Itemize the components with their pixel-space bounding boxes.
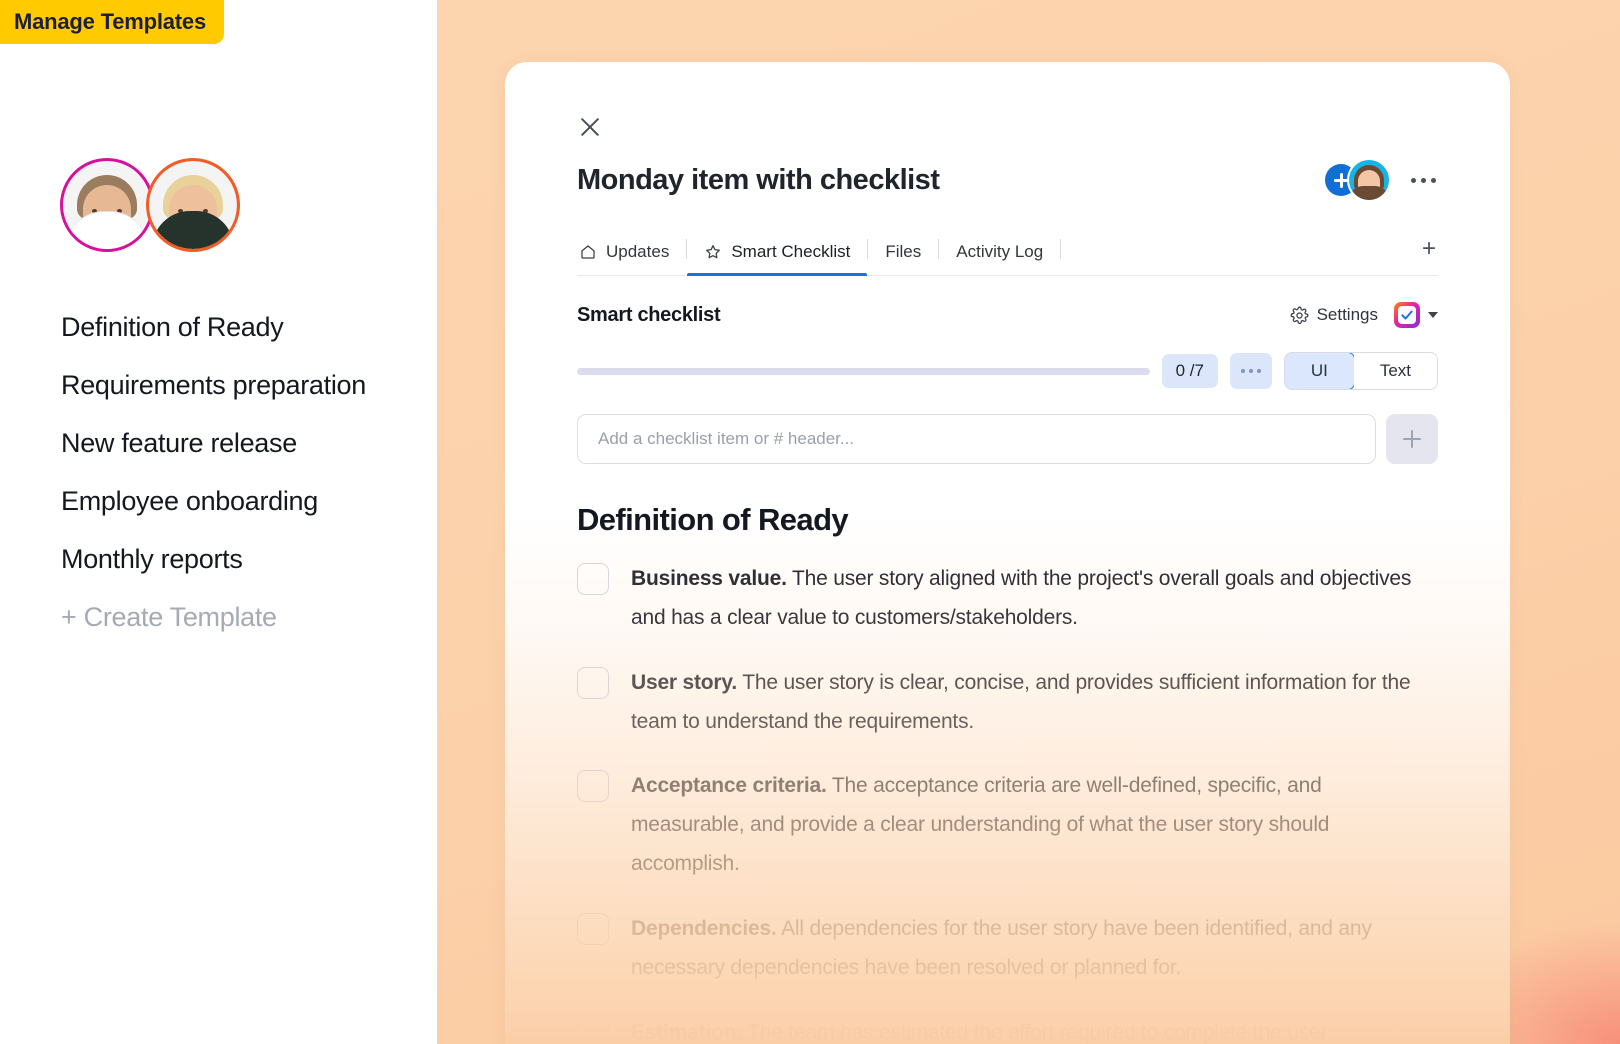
gear-icon [1290, 306, 1309, 324]
tab-label: Updates [606, 242, 670, 261]
template-item-definition-of-ready[interactable]: Definition of Ready [61, 298, 441, 356]
checklist-item[interactable]: Acceptance criteria. The acceptance crit… [577, 767, 1438, 884]
checklist-item-title: Dependencies. [631, 916, 777, 940]
checklist-item-text: Acceptance criteria. The acceptance crit… [631, 767, 1438, 884]
checklist-item-text: Dependencies. All dependencies for the u… [631, 910, 1438, 988]
home-icon [581, 245, 595, 259]
add-item-button[interactable] [1386, 414, 1438, 464]
template-item-requirements-preparation[interactable]: Requirements preparation [61, 356, 441, 414]
close-row [577, 62, 1438, 140]
tab-files[interactable]: Files [868, 242, 938, 275]
smart-checklist-header: Smart checklist Settings [577, 302, 1438, 328]
template-item-monthly-reports[interactable]: Monthly reports [61, 530, 441, 588]
avatar-group [60, 158, 240, 252]
checkbox[interactable] [577, 666, 609, 699]
dot [1411, 177, 1416, 183]
card-header: Monday item with checklist [577, 158, 1438, 202]
checklist-item[interactable]: User story. The user story is clear, con… [577, 664, 1438, 742]
checklist-item-title: User story. [631, 670, 737, 694]
card-content: Monday item with checklist Updates Smart… [505, 62, 1510, 1044]
create-template-button[interactable]: + Create Template [61, 588, 441, 646]
smart-checklist-app-icon [1394, 302, 1420, 328]
smart-checklist-title: Smart checklist [577, 303, 721, 326]
tab-updates[interactable]: Updates [577, 242, 686, 275]
checklist-item-text: Estimation. The team has estimated the e… [631, 1014, 1327, 1044]
tab-label: Files [885, 242, 922, 261]
settings-button[interactable]: Settings [1290, 305, 1378, 325]
progress-row: 0 /7 UI Text [577, 352, 1438, 390]
tab-label: Smart Checklist [731, 242, 851, 261]
checklist-item-title: Acceptance criteria. [631, 774, 827, 798]
dot [1256, 369, 1261, 373]
tab-activity-log[interactable]: Activity Log [939, 242, 1060, 275]
page-title: Monday item with checklist [577, 163, 940, 196]
avatar[interactable] [1347, 158, 1391, 202]
view-mode-text[interactable]: Text [1353, 353, 1437, 389]
tab-separator [1060, 239, 1062, 259]
add-item-row: Add a checklist item or # header... [577, 414, 1438, 464]
avatar-photo [149, 161, 237, 249]
checkbox[interactable] [577, 770, 609, 803]
checklist-item[interactable]: Dependencies. All dependencies for the u… [577, 910, 1438, 988]
tab-label: Activity Log [956, 242, 1044, 261]
chevron-down-icon [1428, 312, 1438, 318]
dot [1240, 369, 1245, 373]
progress-count-badge: 0 /7 [1161, 354, 1218, 388]
avatar-male [60, 158, 154, 252]
star-icon [706, 245, 721, 259]
dot [1421, 177, 1426, 183]
add-tab-button[interactable]: + [1420, 237, 1438, 275]
checklist-group-title: Definition of Ready [577, 502, 849, 537]
header-actions [1325, 158, 1438, 202]
dot [1431, 177, 1436, 183]
progress-bar [577, 367, 1150, 375]
check-icon [1401, 310, 1413, 320]
checklist-item-input[interactable]: Add a checklist item or # header... [577, 414, 1376, 464]
orange-backdrop: Monday item with checklist Updates Smart… [437, 0, 1620, 1044]
checkbox[interactable] [577, 912, 609, 945]
checklist-item-text: User story. The user story is clear, con… [631, 664, 1438, 742]
checklist-item-title: Estimation. [631, 1020, 742, 1044]
more-menu-icon[interactable] [1409, 172, 1438, 189]
view-mode-ui[interactable]: UI [1284, 353, 1355, 389]
checkbox[interactable] [577, 1016, 609, 1044]
checklist-overflow-icon[interactable] [1229, 353, 1272, 389]
template-item-employee-onboarding[interactable]: Employee onboarding [61, 472, 441, 530]
checklist-item[interactable]: Estimation. The team has estimated the e… [577, 1014, 1438, 1044]
screenshot-root: Manage Templates Definition of Ready Req… [0, 0, 1620, 1044]
checklist-item-body: The user story is clear, concise, and pr… [631, 670, 1411, 733]
avatar-body [1349, 186, 1389, 200]
template-item-new-feature-release[interactable]: New feature release [61, 414, 441, 472]
templates-sidebar: Definition of Ready Requirements prepara… [0, 0, 437, 1044]
tab-bar: Updates Smart Checklist Files Activity L… [577, 228, 1438, 276]
checkbox[interactable] [577, 563, 609, 595]
item-detail-card: Monday item with checklist Updates Smart… [505, 62, 1510, 1044]
checklist-item-text: Business value. The user story aligned w… [631, 560, 1438, 638]
view-mode-toggle: UI Text [1283, 352, 1438, 390]
manage-templates-badge: Manage Templates [0, 0, 225, 44]
app-switcher[interactable] [1394, 302, 1438, 328]
checklist-item-title: Business value. [631, 567, 787, 590]
template-list: Definition of Ready Requirements prepara… [61, 298, 441, 646]
avatar-female [146, 158, 240, 252]
checklist-items: Business value. The user story aligned w… [577, 560, 1438, 1044]
smart-checklist-header-actions: Settings [1290, 302, 1438, 328]
avatar-body [152, 211, 234, 249]
avatar-body [66, 211, 148, 249]
assignee-area[interactable] [1325, 158, 1391, 202]
close-icon[interactable] [577, 114, 603, 140]
checklist-item[interactable]: Business value. The user story aligned w… [577, 560, 1438, 638]
checklist-item-body: The team has estimated the effort requir… [741, 1020, 1328, 1044]
settings-label: Settings [1316, 305, 1378, 324]
tab-smart-checklist[interactable]: Smart Checklist [687, 242, 868, 276]
app-icon-inner [1398, 306, 1416, 324]
dot [1248, 369, 1253, 373]
